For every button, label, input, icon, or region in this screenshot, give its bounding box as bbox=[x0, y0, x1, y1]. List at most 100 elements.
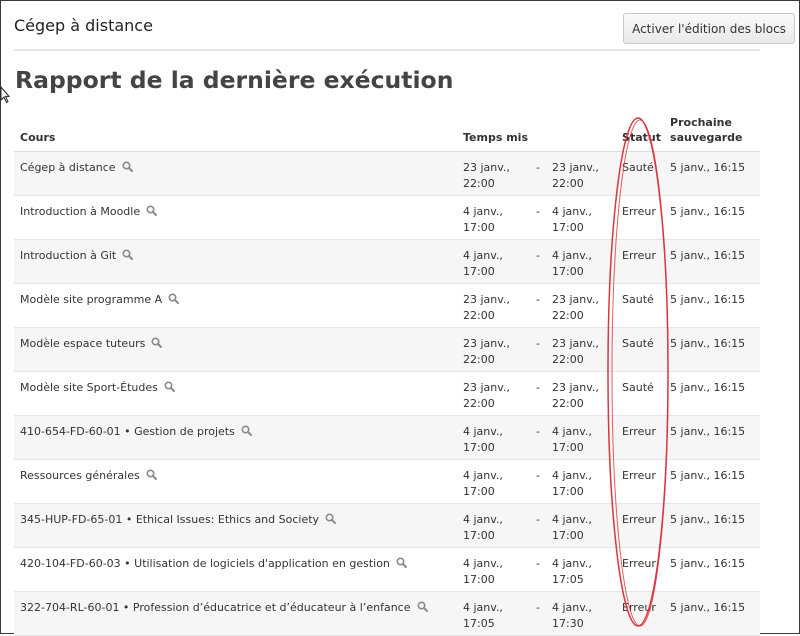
magnifier-icon[interactable] bbox=[241, 425, 252, 436]
end-time-cell: 4 janv., 17:00 bbox=[546, 196, 616, 240]
table-header-row: Cours Temps mis Statut Prochaine sauvega… bbox=[14, 111, 761, 152]
end-date: 4 janv., bbox=[552, 425, 592, 438]
time-separator: - bbox=[536, 513, 540, 526]
start-time: 17:00 bbox=[463, 528, 495, 542]
time-separator: - bbox=[536, 601, 540, 614]
next-backup-cell: 5 janv., 16:15 bbox=[670, 601, 746, 614]
start-date: 4 janv., bbox=[463, 249, 503, 262]
course-link[interactable]: Cégep à distance bbox=[20, 161, 116, 174]
course-cell: Modèle site Sport-Études bbox=[14, 372, 457, 416]
column-header-next-line2: sauvegarde bbox=[670, 131, 743, 144]
course-cell: Cégep à distance bbox=[14, 152, 457, 196]
status-cell: Erreur bbox=[622, 205, 656, 218]
status-cell: Sauté bbox=[622, 381, 654, 394]
status-cell: Sauté bbox=[622, 293, 654, 306]
start-time-cell: 4 janv., 17:05 bbox=[457, 592, 530, 636]
course-link[interactable]: Introduction à Git bbox=[20, 249, 116, 262]
time-separator: - bbox=[536, 469, 540, 482]
start-time-cell: 4 janv., 17:00 bbox=[457, 460, 530, 504]
backup-report-table: Cours Temps mis Statut Prochaine sauvega… bbox=[14, 111, 761, 636]
start-date: 23 janv., bbox=[463, 381, 510, 394]
start-date: 4 janv., bbox=[463, 205, 503, 218]
course-link[interactable]: Modèle espace tuteurs bbox=[20, 337, 145, 350]
column-header-next-line1: Prochaine bbox=[670, 116, 732, 129]
table-row: 420-104-FD-60-03 • Utilisation de logici… bbox=[14, 547, 761, 592]
next-backup-cell: 5 janv., 16:15 bbox=[670, 469, 746, 482]
end-time-cell: 4 janv., 17:00 bbox=[546, 240, 616, 284]
course-link[interactable]: Modèle site Sport-Études bbox=[20, 381, 158, 394]
magnifier-icon[interactable] bbox=[151, 337, 163, 348]
status-cell: Erreur bbox=[622, 249, 656, 262]
magnifier-icon[interactable] bbox=[122, 161, 133, 172]
column-header-status[interactable]: Statut bbox=[616, 111, 664, 152]
magnifier-icon[interactable] bbox=[396, 557, 407, 568]
report-body: Cégep à distance 23 janv., 22:00-23 janv.,… bbox=[14, 151, 761, 636]
end-time: 17:00 bbox=[552, 220, 584, 234]
end-time: 17:00 bbox=[552, 528, 584, 542]
course-cell: Introduction à Moodle bbox=[14, 196, 457, 240]
table-row: Modèle espace tuteurs 23 janv., 22:00-23 j… bbox=[14, 327, 761, 372]
next-backup-cell: 5 janv., 16:15 bbox=[670, 249, 746, 262]
start-date: 4 janv., bbox=[463, 513, 503, 526]
page-title: Rapport de la dernière exécution bbox=[15, 66, 454, 94]
start-time: 17:00 bbox=[463, 572, 495, 586]
mouse-cursor-icon bbox=[0, 86, 10, 104]
status-cell: Erreur bbox=[622, 469, 656, 482]
end-time-cell: 23 janv., 22:00 bbox=[546, 152, 616, 196]
course-link[interactable]: Ressources générales bbox=[20, 469, 140, 482]
end-time-cell: 4 janv., 17:00 bbox=[546, 416, 616, 460]
magnifier-icon[interactable] bbox=[146, 469, 157, 480]
end-time-cell: 23 janv., 22:00 bbox=[546, 328, 616, 372]
end-time-cell: 4 janv., 17:05 bbox=[546, 548, 616, 592]
course-link[interactable]: 420-104-FD-60-03 • Utilisation de logici… bbox=[20, 557, 390, 570]
magnifier-icon[interactable] bbox=[146, 205, 158, 216]
end-time-cell: 4 janv., 17:30 bbox=[546, 592, 616, 636]
table-row: 322-704-RL-60-01 • Profession d’éducatri… bbox=[14, 591, 761, 636]
course-link[interactable]: 410-654-FD-60-01 • Gestion de projets bbox=[20, 425, 235, 438]
course-cell: 420-104-FD-60-03 • Utilisation de logici… bbox=[14, 548, 457, 592]
end-date: 4 janv., bbox=[552, 205, 592, 218]
table-row: Introduction à Git 4 janv., 17:00-4 janv.,… bbox=[14, 239, 761, 284]
time-separator: - bbox=[536, 381, 540, 394]
column-header-next-backup[interactable]: Prochaine sauvegarde bbox=[664, 111, 760, 152]
start-date: 4 janv., bbox=[463, 469, 503, 482]
course-link[interactable]: Introduction à Moodle bbox=[20, 205, 140, 218]
end-time: 22:00 bbox=[552, 396, 584, 410]
table-row: Introduction à Moodle 4 janv., 17:00-4 jan… bbox=[14, 195, 761, 240]
end-date: 4 janv., bbox=[552, 557, 592, 570]
start-time-cell: 4 janv., 17:00 bbox=[457, 240, 530, 284]
end-date: 4 janv., bbox=[552, 249, 592, 262]
start-time: 22:00 bbox=[463, 308, 495, 322]
next-backup-cell: 5 janv., 16:15 bbox=[670, 425, 746, 438]
end-time: 17:00 bbox=[552, 484, 584, 498]
next-backup-cell: 5 janv., 16:15 bbox=[670, 381, 746, 394]
column-header-course[interactable]: Cours bbox=[14, 111, 457, 152]
magnifier-icon[interactable] bbox=[416, 601, 428, 612]
start-time: 22:00 bbox=[463, 176, 495, 190]
time-separator: - bbox=[536, 161, 540, 174]
magnifier-icon[interactable] bbox=[325, 513, 337, 524]
table-row: 410-654-FD-60-01 • Gestion de projets 4 j… bbox=[14, 415, 761, 460]
table-row: Ressources générales 4 janv., 17:00-4 janv… bbox=[14, 459, 761, 504]
course-link[interactable]: 345-HUP-FD-65-01 • Ethical Issues: Ethic… bbox=[20, 513, 319, 526]
status-cell: Erreur bbox=[622, 601, 656, 614]
site-title[interactable]: Cégep à distance bbox=[14, 16, 153, 35]
table-row: 345-HUP-FD-65-01 • Ethical Issues: Ethic… bbox=[14, 503, 761, 548]
column-header-time[interactable]: Temps mis bbox=[457, 111, 616, 152]
start-time: 17:00 bbox=[463, 484, 495, 498]
magnifier-icon[interactable] bbox=[122, 249, 134, 260]
course-cell: 345-HUP-FD-65-01 • Ethical Issues: Ethic… bbox=[14, 504, 457, 548]
end-date: 23 janv., bbox=[552, 293, 599, 306]
end-time-cell: 23 janv., 22:00 bbox=[546, 284, 616, 328]
start-time: 17:00 bbox=[463, 220, 495, 234]
next-backup-cell: 5 janv., 16:15 bbox=[670, 205, 746, 218]
course-cell: Ressources générales bbox=[14, 460, 457, 504]
course-link[interactable]: 322-704-RL-60-01 • Profession d’éducatri… bbox=[20, 601, 411, 614]
status-cell: Sauté bbox=[622, 161, 654, 174]
enable-block-editing-button[interactable]: Activer l'édition des blocs bbox=[623, 13, 795, 44]
start-time-cell: 23 janv., 22:00 bbox=[457, 152, 530, 196]
course-link[interactable]: Modèle site programme A bbox=[20, 293, 162, 306]
magnifier-icon[interactable] bbox=[164, 381, 175, 392]
magnifier-icon[interactable] bbox=[168, 293, 180, 304]
start-date: 4 janv., bbox=[463, 557, 503, 570]
